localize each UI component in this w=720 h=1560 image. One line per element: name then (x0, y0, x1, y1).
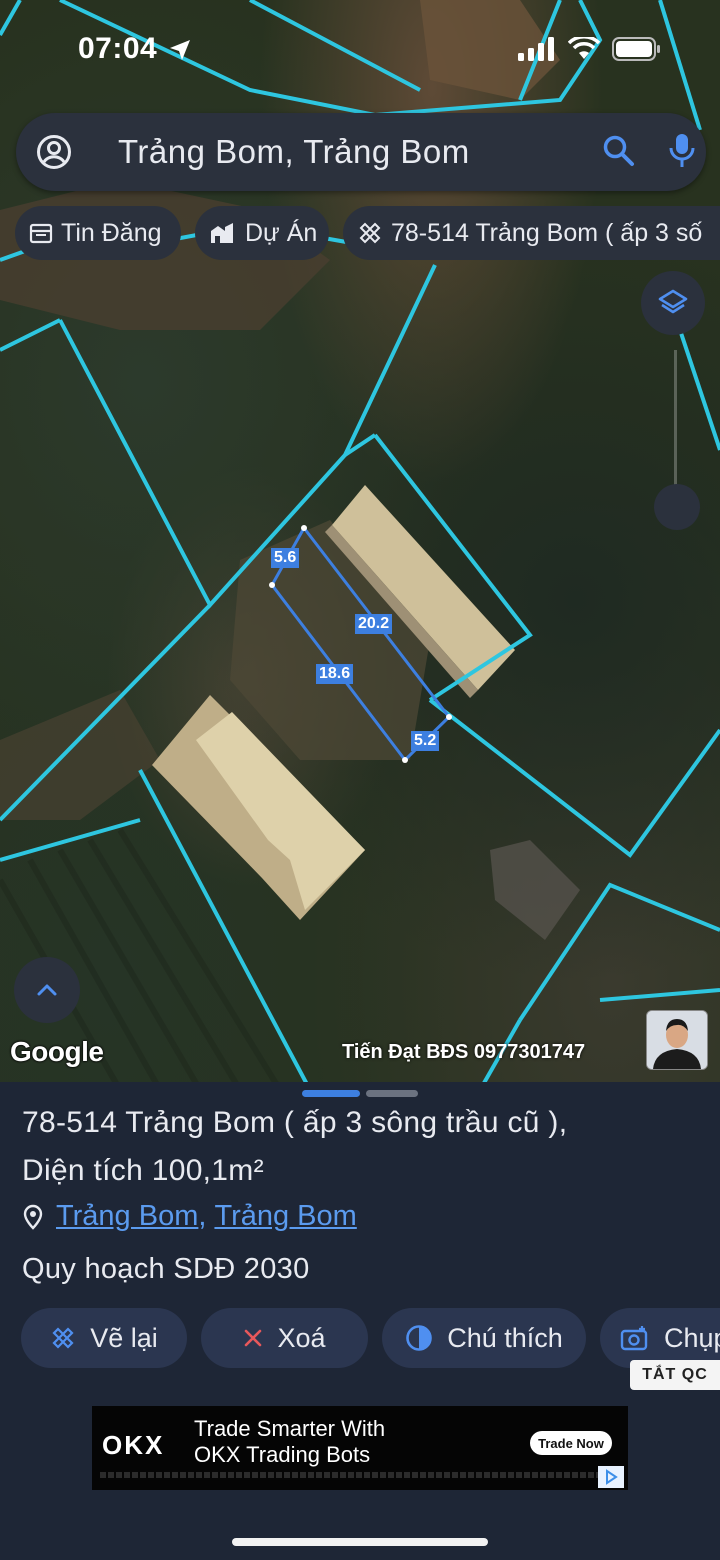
sheet-page-indicator-active[interactable] (302, 1090, 360, 1097)
status-time: 07:04 (78, 32, 158, 65)
measure-label-right: 20.2 (355, 614, 393, 634)
chip-parcel-label: 78-514 Trảng Bom ( ấp 3 số (391, 218, 703, 247)
ad-cta-button[interactable]: Trade Now (530, 1431, 612, 1455)
measure-icon (52, 1327, 74, 1349)
zoom-slider-handle[interactable] (654, 484, 700, 530)
chevron-up-icon (37, 984, 57, 996)
location-row: Trảng Bom , Trảng Bom (22, 1200, 357, 1233)
map-pin-icon (23, 1204, 43, 1230)
layers-button[interactable] (641, 271, 705, 335)
camera-icon (620, 1326, 648, 1351)
ad-headline-1: Trade Smarter With (194, 1416, 386, 1441)
capture-label: Chụp (664, 1322, 720, 1353)
measure-label-left: 18.6 (316, 664, 354, 684)
battery-icon (612, 37, 660, 61)
capture-button[interactable]: Chụp (600, 1308, 720, 1368)
parcel-area: Diện tích 100,1m² (22, 1154, 264, 1187)
chip-tin-dang-label: Tin Đăng (61, 218, 162, 247)
measure-label-bottom: 5.2 (411, 731, 440, 751)
location-link-commune[interactable]: Trảng Bom (214, 1200, 356, 1233)
avatar (646, 1010, 708, 1070)
legend-label: Chú thích (447, 1322, 563, 1353)
calendar-icon (29, 223, 53, 244)
ad-banner[interactable]: OKX Trade Smarter With OKX Trading Bots … (92, 1406, 628, 1490)
search-bar[interactable]: Trảng Bom, Trảng Bom (16, 113, 706, 191)
layers-icon (658, 289, 688, 314)
status-bar: 07:04 (0, 0, 720, 100)
expand-sheet-button[interactable] (14, 957, 80, 1023)
sheet-page-indicator[interactable] (366, 1090, 418, 1097)
search-input[interactable]: Trảng Bom, Trảng Bom (118, 133, 470, 171)
bottom-sheet[interactable]: 78-514 Trảng Bom ( ấp 3 sông trầu cũ ), … (0, 1082, 720, 1560)
parcel-title: 78-514 Trảng Bom ( ấp 3 sông trầu cũ ), (22, 1106, 568, 1139)
chip-du-an-label: Dự Án (245, 218, 318, 247)
home-indicator[interactable] (232, 1538, 488, 1546)
contrast-icon (406, 1325, 433, 1351)
location-arrow-icon (170, 40, 190, 60)
watermark-text: Tiến Đạt BĐS 0977301747 (342, 1041, 586, 1063)
zoom-slider-track[interactable] (674, 350, 677, 490)
wifi-icon (568, 37, 600, 59)
ad-fine-print (100, 1472, 600, 1478)
signal-icon (518, 37, 554, 61)
ad-off-button[interactable]: TẮT QC (630, 1360, 720, 1390)
building-icon (211, 223, 233, 243)
adchoices-icon[interactable] (598, 1466, 624, 1488)
redraw-button[interactable]: Vẽ lại (21, 1308, 187, 1368)
account-icon[interactable] (36, 134, 72, 170)
google-logo: Google (10, 1036, 104, 1067)
planning-label: Quy hoạch SDĐ 2030 (22, 1253, 310, 1285)
ad-headline-2: OKX Trading Bots (194, 1442, 371, 1467)
measure-label-top: 5.6 (271, 548, 300, 568)
microphone-icon[interactable] (668, 132, 696, 170)
satellite-map[interactable]: 5.6 20.2 18.6 5.2 07:04 Trảng Bom, Trảng… (0, 0, 720, 1090)
chip-du-an[interactable]: Dự Án (195, 206, 329, 260)
delete-label: Xoá (277, 1322, 326, 1353)
measure-icon (359, 222, 381, 244)
chip-tin-dang[interactable]: Tin Đăng (15, 206, 181, 260)
legend-button[interactable]: Chú thích (382, 1308, 586, 1368)
ad-brand-logo: OKX (102, 1430, 165, 1460)
redraw-label: Vẽ lại (90, 1322, 158, 1353)
chip-parcel[interactable]: 78-514 Trảng Bom ( ấp 3 số (343, 206, 720, 260)
search-icon[interactable] (602, 134, 636, 168)
close-icon (245, 1329, 262, 1347)
location-separator: , (198, 1200, 207, 1232)
delete-button[interactable]: Xoá (201, 1308, 368, 1368)
location-link-district[interactable]: Trảng Bom (56, 1200, 198, 1233)
